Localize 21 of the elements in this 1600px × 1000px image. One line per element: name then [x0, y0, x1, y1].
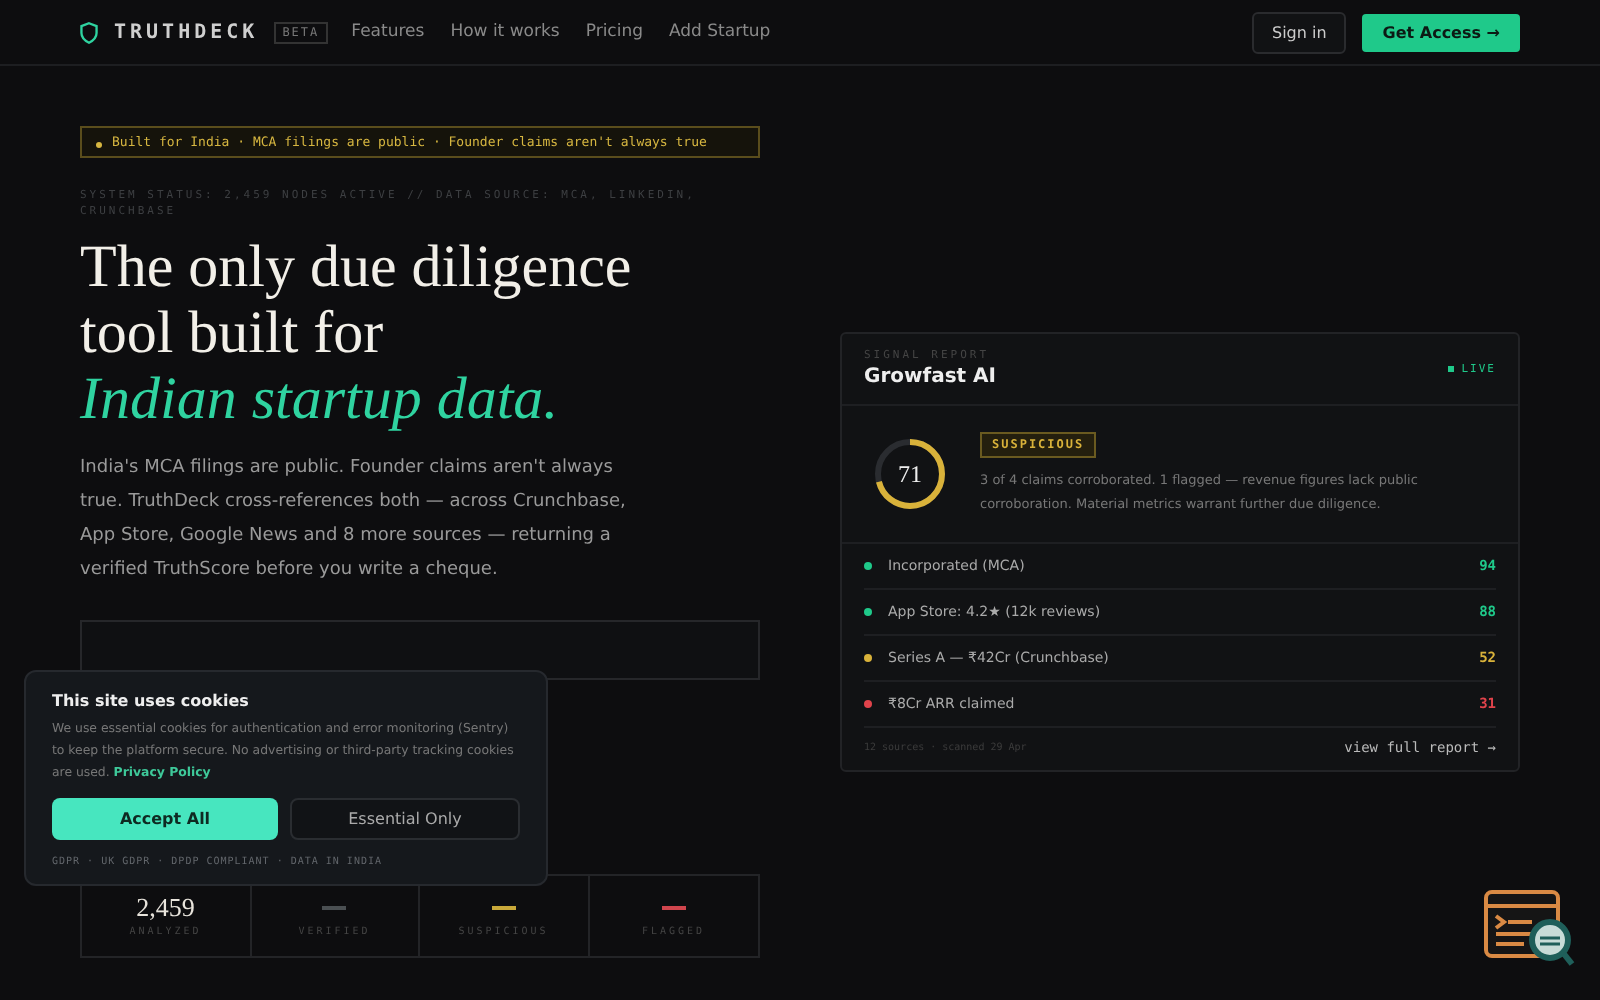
nav-link[interactable]: How it works	[450, 22, 560, 42]
score-gauge	[870, 434, 950, 514]
shield-icon	[80, 21, 98, 43]
intro-paragraph: India's MCA filings are public. Founder claims aren't always true. TruthDeck cross-references both — across Crunchbase, App Store, Google News and 8 more sources — returning a verified TruthScore before you write a cheque.	[80, 455, 628, 584]
company-name: Growfast AI	[864, 366, 999, 388]
input-field[interactable]	[80, 619, 760, 680]
accept-all-button[interactable]: Accept All	[52, 798, 278, 840]
headline-accent: Indian startup data.	[80, 365, 559, 432]
stat-value: 2,459	[136, 893, 195, 922]
score-value: 71	[896, 459, 924, 489]
nav-link[interactable]: Features	[351, 22, 425, 42]
headline: tool built for	[80, 299, 384, 366]
nav-link[interactable]: Pricing	[585, 22, 643, 42]
get-access-button[interactable]: Get Access →	[1362, 13, 1520, 51]
sign-in-button[interactable]: Sign in	[1251, 11, 1347, 53]
terminal-search-icon[interactable]	[1484, 890, 1580, 970]
headline: The only due diligence	[80, 233, 632, 300]
essential-only-button[interactable]: Essential Only	[290, 798, 520, 840]
brand-name[interactable]: TRUTHDECK	[114, 21, 259, 43]
nav-link[interactable]: Add Startup	[669, 22, 771, 42]
cookie-title: This site uses cookies	[52, 692, 251, 710]
